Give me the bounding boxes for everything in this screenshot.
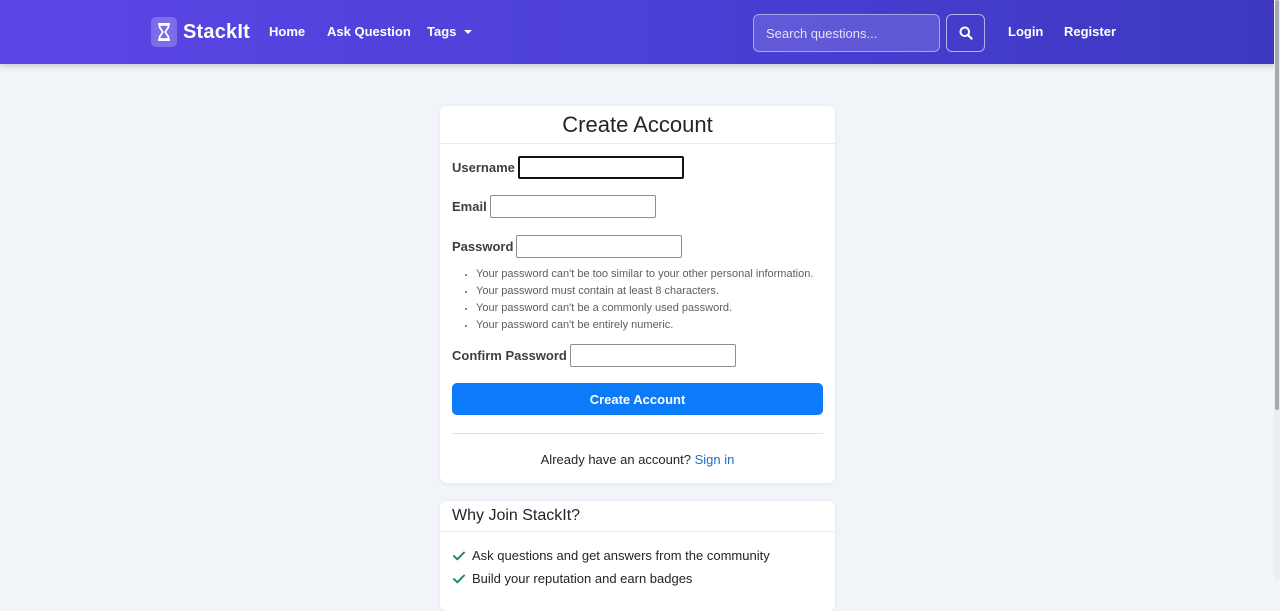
- confirm-password-row: Confirm Password: [452, 344, 736, 367]
- email-field[interactable]: [489, 195, 656, 218]
- brand-name: StackIt: [183, 20, 250, 43]
- hourglass-logo-icon: [151, 17, 177, 47]
- why-join-card: Why Join StackIt? Ask questions and get …: [440, 501, 835, 611]
- nav-tags-dropdown[interactable]: Tags: [427, 24, 473, 40]
- password-help-item: Your password can't be too similar to yo…: [476, 266, 846, 283]
- confirm-password-field[interactable]: [569, 344, 736, 367]
- search-icon: [959, 26, 973, 40]
- register-card-header: Create Account: [440, 106, 835, 144]
- page-title: Create Account: [562, 112, 713, 137]
- navbar: StackIt Home Ask Question Tags Login Reg…: [0, 0, 1280, 64]
- password-help-item: Your password must contain at least 8 ch…: [476, 283, 846, 300]
- password-help-list: Your password can't be too similar to yo…: [452, 266, 846, 334]
- benefit-item: Ask questions and get answers from the c…: [452, 544, 770, 567]
- signin-link[interactable]: Sign in: [695, 452, 735, 467]
- signin-prompt: Already have an account? Sign in: [440, 452, 835, 467]
- create-account-button[interactable]: Create Account: [452, 383, 823, 415]
- benefit-item: Build your reputation and earn badges: [452, 567, 770, 590]
- benefits-list: Ask questions and get answers from the c…: [452, 544, 770, 590]
- divider: [452, 433, 823, 434]
- brand-link[interactable]: StackIt: [151, 17, 250, 47]
- caret-down-icon: [464, 30, 473, 34]
- password-help-item: Your password can't be entirely numeric.: [476, 317, 846, 334]
- confirm-password-label: Confirm Password: [452, 348, 567, 363]
- username-label: Username: [452, 160, 515, 175]
- password-row: Password: [452, 235, 683, 258]
- register-card: Create Account Username Email Password Y…: [440, 106, 835, 483]
- email-row: Email: [452, 195, 656, 218]
- check-icon: [452, 549, 466, 563]
- nav-tags-label: Tags: [427, 24, 457, 39]
- nav-home-link[interactable]: Home: [269, 24, 305, 40]
- search-input[interactable]: [753, 14, 940, 52]
- benefit-text: Build your reputation and earn badges: [472, 571, 693, 586]
- email-label: Email: [452, 199, 487, 214]
- why-join-card-header: Why Join StackIt?: [440, 501, 835, 532]
- benefit-text: Ask questions and get answers from the c…: [472, 548, 770, 563]
- password-label: Password: [452, 239, 514, 254]
- scrollbar[interactable]: [1274, 0, 1280, 580]
- signin-prompt-text: Already have an account?: [540, 452, 691, 467]
- nav-register-link[interactable]: Register: [1064, 24, 1116, 40]
- password-help-item: Your password can't be a commonly used p…: [476, 300, 846, 317]
- nav-ask-question-link[interactable]: Ask Question: [327, 24, 411, 40]
- nav-login-link[interactable]: Login: [1008, 24, 1043, 40]
- username-row: Username: [452, 156, 684, 179]
- why-join-title: Why Join StackIt?: [452, 507, 581, 524]
- username-field[interactable]: [517, 156, 684, 179]
- check-icon: [452, 572, 466, 586]
- search-button[interactable]: [946, 14, 985, 52]
- scrollbar-thumb[interactable]: [1275, 0, 1279, 410]
- password-field[interactable]: [516, 235, 683, 258]
